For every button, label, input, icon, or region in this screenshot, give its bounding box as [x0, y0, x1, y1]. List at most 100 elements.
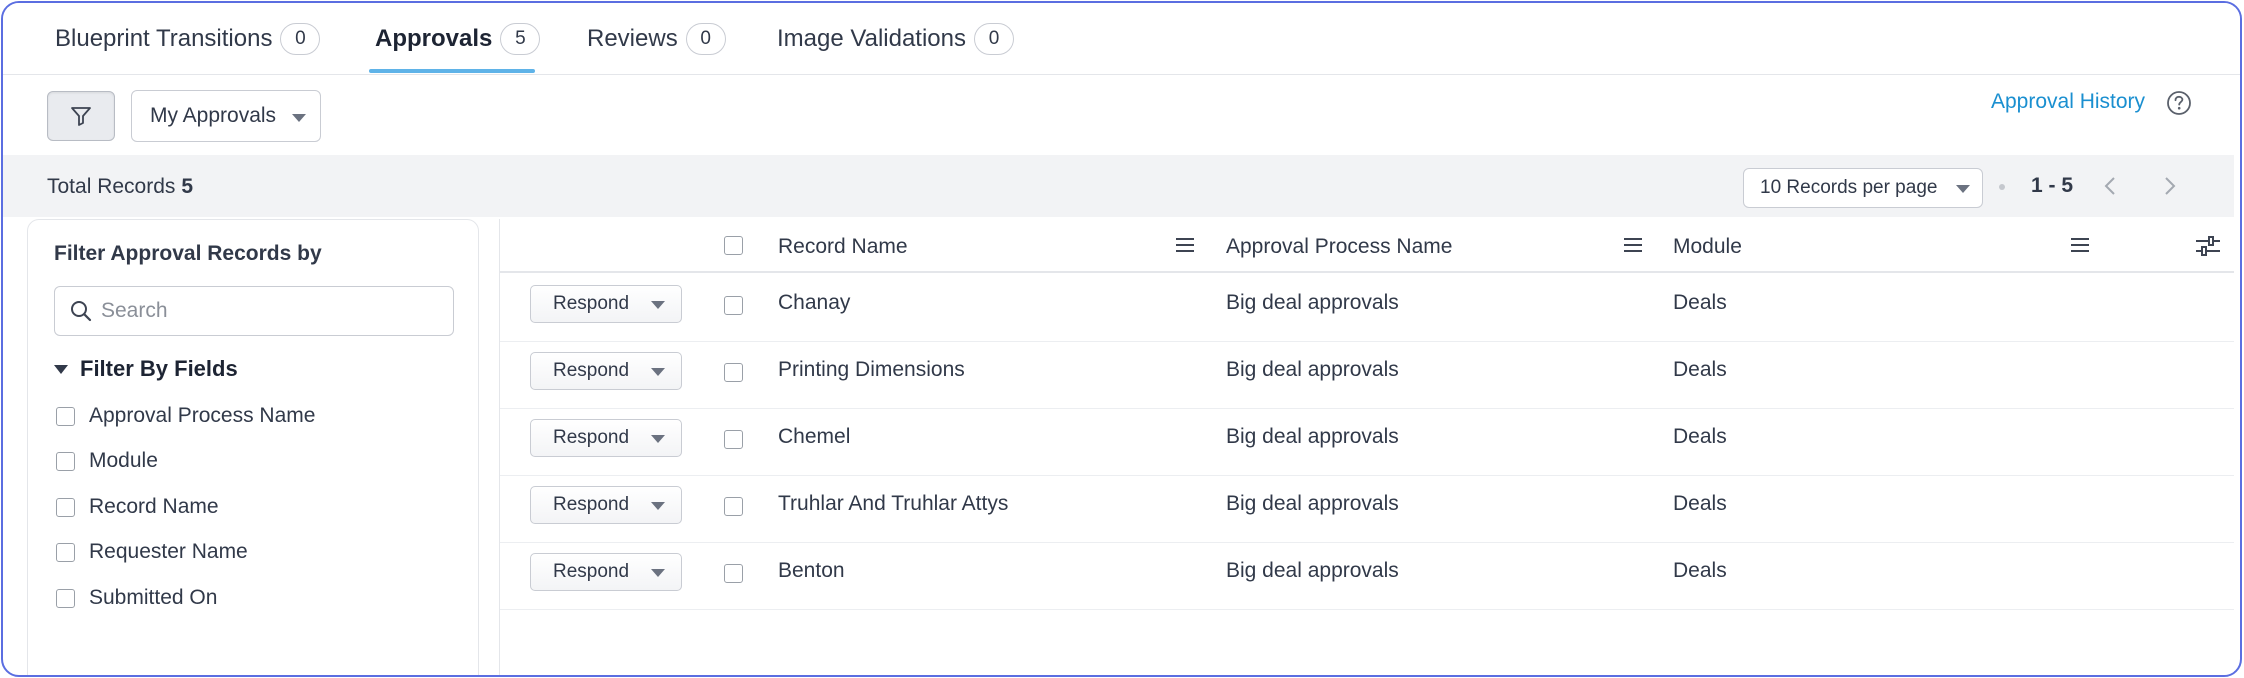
respond-label: Respond	[553, 293, 630, 314]
column-menu-icon[interactable]	[1622, 236, 1644, 259]
module-cell: Deals	[1673, 492, 1727, 515]
column-header-module: Module	[1673, 235, 1742, 258]
tab-bar: Blueprint Transitions 0 Approvals 5 Revi…	[3, 3, 2240, 75]
view-select-dropdown[interactable]: My Approvals	[131, 90, 321, 142]
chevron-down-icon	[1956, 185, 1970, 193]
chevron-left-icon	[2104, 177, 2115, 195]
records-per-page-select[interactable]: 10 Records per page	[1743, 168, 1983, 208]
chevron-down-icon	[651, 502, 665, 510]
record-name-cell[interactable]: Chemel	[778, 425, 850, 449]
filter-field-label: Requester Name	[89, 540, 248, 563]
row-checkbox[interactable]	[724, 497, 743, 516]
respond-label: Respond	[553, 494, 630, 515]
tab-count-badge: 0	[685, 23, 726, 55]
column-settings-icon[interactable]	[2194, 234, 2222, 263]
filter-panel-title: Filter Approval Records by	[54, 242, 322, 265]
row-checkbox[interactable]	[724, 430, 743, 449]
chevron-down-icon	[651, 301, 665, 309]
respond-button[interactable]: Respond	[530, 553, 682, 591]
tab-image-validations[interactable]: Image Validations 0	[777, 3, 1014, 75]
tab-label: Image Validations	[777, 25, 966, 52]
tab-label: Approvals	[375, 25, 493, 52]
process-name-cell: Big deal approvals	[1226, 291, 1399, 314]
tab-count-badge: 5	[500, 23, 541, 55]
view-select-value: My Approvals	[150, 104, 277, 127]
respond-button[interactable]: Respond	[530, 486, 682, 524]
filter-field-module[interactable]: Module	[56, 449, 158, 473]
total-records-count: 5	[181, 175, 194, 198]
row-checkbox[interactable]	[724, 564, 743, 583]
row-checkbox[interactable]	[724, 363, 743, 382]
checkbox[interactable]	[56, 542, 75, 562]
table-row: Respond Chemel Big deal approvals Deals	[500, 409, 2234, 476]
table-row: Respond Chanay Big deal approvals Deals	[500, 275, 2234, 342]
module-cell: Deals	[1673, 358, 1727, 381]
approvals-table: Record Name Approval Process Name Module	[499, 219, 2234, 675]
filter-field-label: Submitted On	[89, 586, 218, 609]
approval-history-link[interactable]: Approval History	[1991, 90, 2145, 114]
next-page-button[interactable]	[2155, 171, 2185, 201]
respond-button[interactable]: Respond	[530, 285, 682, 323]
respond-label: Respond	[553, 561, 630, 582]
record-name-cell[interactable]: Chanay	[778, 291, 850, 315]
record-name-cell[interactable]: Printing Dimensions	[778, 358, 965, 382]
row-checkbox[interactable]	[724, 296, 743, 315]
module-cell: Deals	[1673, 425, 1727, 448]
record-name-cell[interactable]: Truhlar And Truhlar Attys	[778, 492, 1008, 516]
filter-toggle-button[interactable]	[47, 91, 115, 141]
checkbox[interactable]	[56, 406, 75, 426]
help-icon[interactable]	[2165, 89, 2193, 122]
record-name-cell[interactable]: Benton	[778, 559, 845, 583]
module-cell: Deals	[1673, 291, 1727, 314]
tab-reviews[interactable]: Reviews 0	[587, 3, 726, 75]
process-name-cell: Big deal approvals	[1226, 559, 1399, 582]
filter-field-label: Approval Process Name	[89, 404, 316, 427]
respond-button[interactable]: Respond	[530, 352, 682, 390]
chevron-down-icon	[651, 435, 665, 443]
respond-button[interactable]: Respond	[530, 419, 682, 457]
select-all-checkbox[interactable]	[724, 236, 743, 255]
table-header: Record Name Approval Process Name Module	[500, 219, 2234, 273]
process-name-cell: Big deal approvals	[1226, 358, 1399, 381]
tab-blueprint-transitions[interactable]: Blueprint Transitions 0	[55, 3, 321, 75]
column-header-approval-process-name: Approval Process Name	[1226, 235, 1453, 258]
filter-panel: Filter Approval Records by Filter By Fie…	[27, 219, 479, 675]
table-row: Respond Truhlar And Truhlar Attys Big de…	[500, 476, 2234, 543]
tab-count-badge: 0	[280, 23, 321, 55]
checkbox[interactable]	[56, 588, 75, 608]
page-range: 1 - 5	[2031, 174, 2074, 197]
tab-label: Blueprint Transitions	[55, 25, 273, 52]
column-menu-icon[interactable]	[1174, 236, 1196, 259]
process-name-cell: Big deal approvals	[1226, 425, 1399, 448]
filter-field-submitted-on[interactable]: Submitted On	[56, 586, 217, 610]
previous-page-button[interactable]	[2095, 171, 2125, 201]
checkbox[interactable]	[56, 451, 75, 471]
filter-search-input[interactable]	[101, 299, 441, 323]
total-records-label: Total Records	[47, 175, 176, 198]
column-menu-icon[interactable]	[2069, 236, 2091, 259]
chevron-down-icon	[651, 368, 665, 376]
chevron-down-icon	[651, 569, 665, 577]
separator-dot	[1999, 184, 2005, 190]
chevron-right-icon	[2165, 177, 2176, 195]
tab-approvals[interactable]: Approvals 5	[375, 3, 541, 75]
process-name-cell: Big deal approvals	[1226, 492, 1399, 515]
checkbox[interactable]	[56, 497, 75, 517]
records-bar: Total Records 5 10 Records per page 1 - 5	[3, 155, 2234, 217]
table-row: Respond Benton Big deal approvals Deals	[500, 543, 2234, 610]
filter-icon	[71, 107, 91, 126]
filter-by-fields-toggle[interactable]: Filter By Fields	[54, 356, 238, 382]
filter-field-record-name[interactable]: Record Name	[56, 495, 219, 519]
filter-field-requester-name[interactable]: Requester Name	[56, 540, 248, 564]
respond-label: Respond	[553, 427, 630, 448]
records-per-page-value: 10 Records per page	[1760, 177, 1938, 198]
app-frame: Blueprint Transitions 0 Approvals 5 Revi…	[1, 1, 2242, 677]
tab-label: Reviews	[587, 25, 678, 52]
table-row: Respond Printing Dimensions Big deal app…	[500, 342, 2234, 409]
tab-count-badge: 0	[974, 23, 1014, 55]
active-tab-indicator	[369, 69, 535, 73]
filter-field-label: Module	[89, 449, 158, 472]
filter-field-approval-process-name[interactable]: Approval Process Name	[56, 404, 315, 428]
respond-label: Respond	[553, 360, 630, 381]
search-icon	[69, 299, 93, 323]
